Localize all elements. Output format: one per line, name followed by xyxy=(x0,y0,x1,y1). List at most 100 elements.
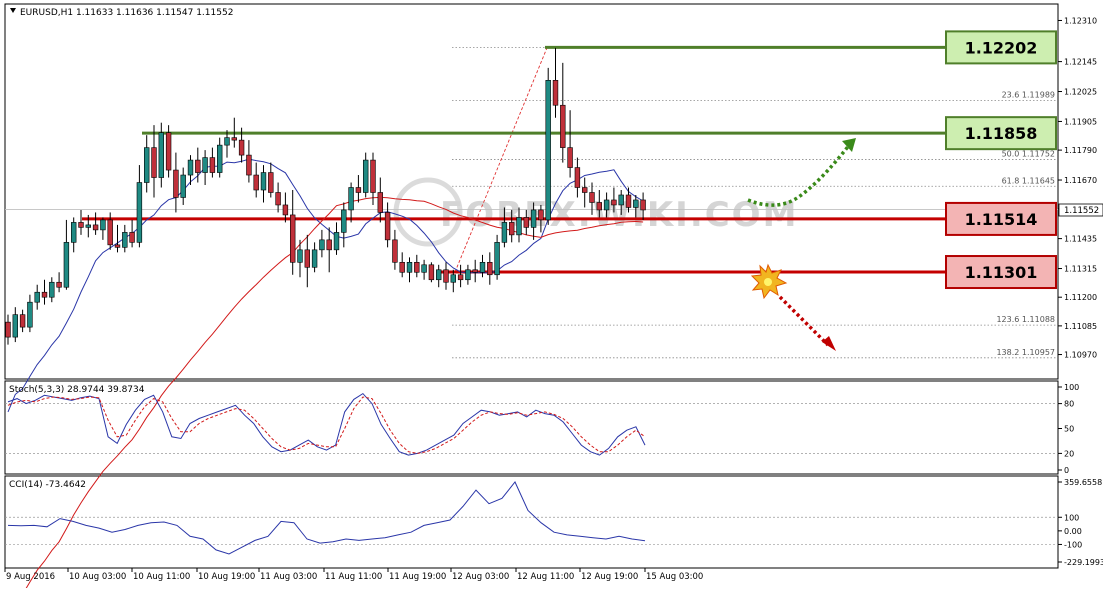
candle-body xyxy=(640,199,646,211)
candle-body xyxy=(238,139,245,156)
level-box-support: 1.11514 xyxy=(945,201,1057,236)
candle-body xyxy=(443,269,449,283)
price-tick-label: 1.11315 xyxy=(1064,265,1097,274)
candle-body xyxy=(516,217,522,236)
time-tick-label: 11 Aug 19:00 xyxy=(389,572,446,582)
price-tick-label: 1.11790 xyxy=(1064,146,1097,155)
candle-body xyxy=(275,192,281,206)
fib-level-label: 123.6 1.11088 xyxy=(996,315,1055,324)
candle-body xyxy=(173,169,179,198)
price-tick-label: 1.12145 xyxy=(1064,58,1097,67)
stoch-tick-label: 20 xyxy=(1064,449,1074,458)
cci-tick-label: 0.00 xyxy=(1064,527,1082,536)
chart-canvas[interactable]: FOREX.WIKI.COM 23.6 1.1198950.0 1.117526… xyxy=(0,0,1103,592)
candle-body xyxy=(253,174,259,191)
candle-body xyxy=(450,274,456,283)
time-tick-label: 12 Aug 11:00 xyxy=(517,572,574,582)
candle-body xyxy=(56,281,62,288)
level-box-resistance: 1.11858 xyxy=(945,116,1057,151)
candle-body xyxy=(92,224,99,231)
candle-body xyxy=(618,194,624,206)
bear-candle xyxy=(165,125,172,178)
candle-body xyxy=(319,239,325,251)
level-box-resistance: 1.12202 xyxy=(945,30,1057,65)
cci-tick-label: -229.1993 xyxy=(1064,558,1103,567)
candle-body xyxy=(122,232,128,248)
candle-body xyxy=(414,262,420,273)
stoch-tick-label: 80 xyxy=(1064,400,1074,409)
candle-body xyxy=(195,159,201,173)
candle-body xyxy=(187,159,194,176)
candle-body xyxy=(428,264,435,281)
stoch-tick-label: 100 xyxy=(1064,383,1079,392)
cci-tick-label: -100 xyxy=(1064,540,1082,549)
candle-body xyxy=(78,222,84,228)
level-box-label: 1.11858 xyxy=(965,124,1038,143)
chart-window[interactable]: FOREX.WIKI.COM 23.6 1.11989 50.0 1.11752 6… xyxy=(0,0,1103,592)
candle-body xyxy=(611,199,617,206)
price-tick-label: 1.11200 xyxy=(1064,293,1097,302)
candle-body xyxy=(399,262,405,273)
candle-body xyxy=(231,137,237,141)
candle-body xyxy=(63,242,70,288)
candle-body xyxy=(633,199,639,208)
bull-candle xyxy=(158,122,164,188)
candle-body xyxy=(326,239,332,251)
candle-body xyxy=(530,209,537,228)
candle-body xyxy=(49,281,55,298)
time-tick-label: 10 Aug 03:00 xyxy=(69,572,126,582)
candle-body xyxy=(589,192,595,203)
candle-body xyxy=(246,154,252,176)
candle-body xyxy=(165,132,172,171)
candle-body xyxy=(71,222,77,243)
candle-body xyxy=(552,80,559,106)
candle-body xyxy=(333,232,340,251)
candle-body xyxy=(435,269,442,281)
candle-body xyxy=(289,214,296,263)
candle-body xyxy=(355,187,362,193)
time-tick-label: 10 Aug 11:00 xyxy=(133,572,190,582)
candle-body xyxy=(370,159,376,193)
candle-body xyxy=(41,291,48,298)
candle-body xyxy=(581,187,588,193)
candle-body xyxy=(27,301,33,328)
candle-body xyxy=(304,249,310,268)
candle-body xyxy=(406,262,413,273)
candle-body xyxy=(472,269,478,273)
candle-body xyxy=(603,199,610,211)
level-box-label: 1.11514 xyxy=(965,210,1038,229)
candle-body xyxy=(282,204,289,216)
candle-body xyxy=(100,219,106,231)
candle-body xyxy=(136,182,143,243)
candle-body xyxy=(217,144,223,173)
candle-body xyxy=(5,321,11,338)
candle-body xyxy=(465,269,471,281)
candle-body xyxy=(574,167,581,188)
candle-body xyxy=(158,132,164,178)
price-tick-label: 1.12025 xyxy=(1064,88,1097,97)
time-tick-label: 11 Aug 03:00 xyxy=(260,572,317,582)
time-tick-label: 12 Aug 03:00 xyxy=(452,572,509,582)
bear-candle xyxy=(428,262,435,283)
price-tick-label: 1.12310 xyxy=(1064,16,1097,25)
candle-body xyxy=(508,222,515,236)
time-tick-label: 12 Aug 19:00 xyxy=(581,572,638,582)
price-tick-label: 1.10970 xyxy=(1064,351,1097,360)
candle-body xyxy=(129,232,135,243)
cci-tick-label: 100 xyxy=(1064,513,1079,522)
level-box-label: 1.12202 xyxy=(965,38,1038,57)
stoch-title: Stoch(5,3,3) 28.9744 39.8734 xyxy=(9,385,145,395)
time-tick-label: 10 Aug 19:00 xyxy=(198,572,255,582)
candle-body xyxy=(12,314,18,338)
candle-body xyxy=(19,314,26,328)
candle-body xyxy=(494,242,500,276)
level-box-support: 1.11301 xyxy=(945,255,1057,290)
candle-body xyxy=(457,274,464,281)
level-box-label: 1.11301 xyxy=(965,263,1038,282)
candle-body xyxy=(487,262,493,276)
candle-body xyxy=(384,212,391,241)
cci-title: CCI(14) -73.4642 xyxy=(9,480,86,490)
candle-body xyxy=(341,209,347,233)
price-tick-label: 1.11435 xyxy=(1064,235,1097,244)
candle-body xyxy=(348,187,354,211)
